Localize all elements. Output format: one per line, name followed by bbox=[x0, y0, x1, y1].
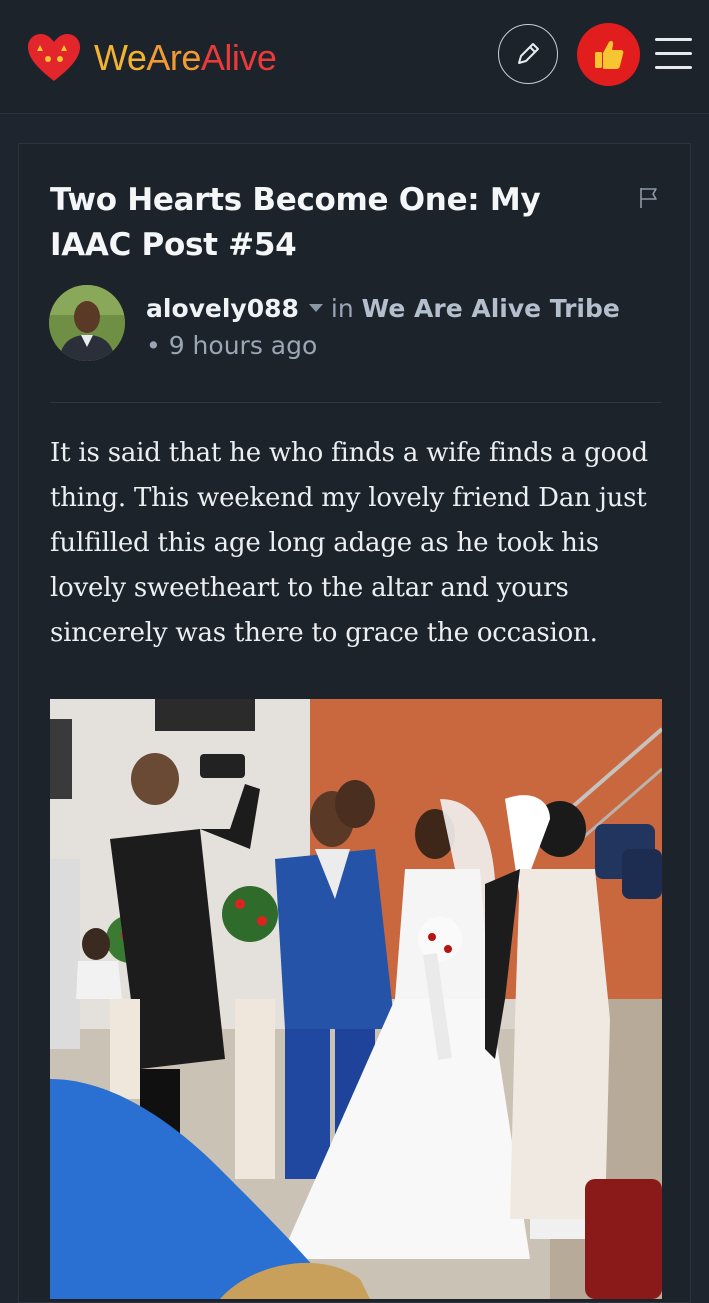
chevron-down-icon[interactable] bbox=[308, 304, 323, 312]
post-meta: alovely088 in We Are Alive Tribe • 9 hour… bbox=[146, 290, 626, 364]
site-logo[interactable]: WeAreAlive bbox=[26, 33, 277, 83]
post-title: Two Hearts Become One: My IAAC Post #54 bbox=[50, 182, 541, 263]
post-body: It is said that he who finds a wife find… bbox=[50, 438, 648, 648]
meta-separator: • bbox=[146, 331, 161, 360]
divider bbox=[50, 402, 661, 403]
author-name[interactable]: alovely088 bbox=[146, 294, 299, 323]
menu-bar bbox=[655, 66, 692, 69]
wedding-photo[interactable] bbox=[50, 699, 662, 1299]
write-post-button[interactable] bbox=[498, 24, 558, 84]
hamburger-menu-icon[interactable] bbox=[655, 38, 692, 70]
logo-text-are: Are bbox=[146, 37, 201, 78]
in-label: in bbox=[330, 294, 354, 323]
menu-bar bbox=[655, 38, 692, 41]
logo-text-we: We bbox=[94, 37, 147, 78]
community-link[interactable]: We Are Alive Tribe bbox=[362, 294, 620, 323]
pencil-icon bbox=[518, 43, 539, 64]
flag-icon[interactable] bbox=[639, 187, 659, 209]
upvote-button[interactable] bbox=[577, 23, 640, 86]
wedding-photo-illustration bbox=[50, 699, 662, 1299]
top-header: WeAreAlive bbox=[0, 0, 709, 114]
author-avatar[interactable] bbox=[49, 285, 125, 361]
thumbs-up-icon bbox=[594, 40, 623, 69]
post-time: 9 hours ago bbox=[168, 331, 318, 360]
logo-text: WeAreAlive bbox=[94, 37, 277, 78]
menu-bar bbox=[655, 52, 692, 55]
post-card: Two Hearts Become One: My IAAC Post #54 … bbox=[18, 143, 691, 1303]
heart-logo-icon bbox=[28, 34, 80, 81]
logo-text-alive: Alive bbox=[200, 37, 277, 78]
avatar-image bbox=[49, 285, 125, 361]
